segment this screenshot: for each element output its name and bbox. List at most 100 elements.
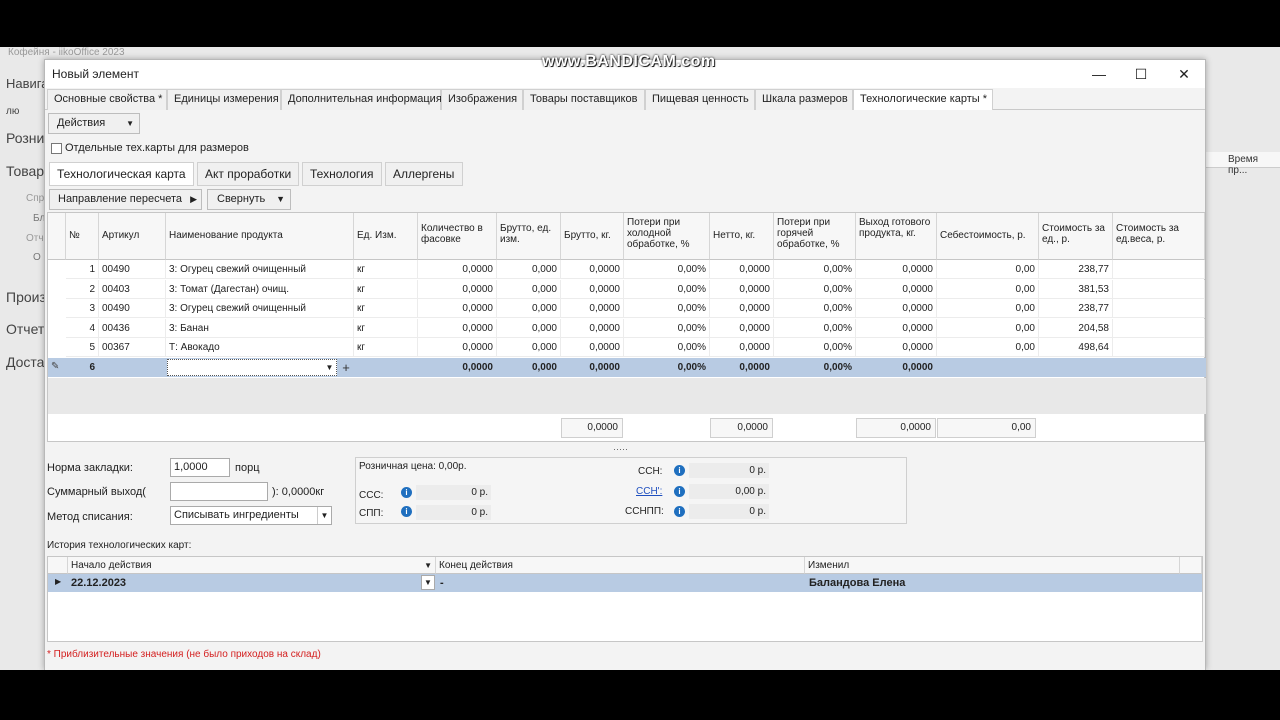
history-start-date[interactable]: 22.12.2023 xyxy=(71,577,126,589)
subtab-technology[interactable]: Технология xyxy=(302,162,382,186)
background-search[interactable]: лю xyxy=(0,106,19,117)
tab-size-scale[interactable]: Шкала размеров xyxy=(755,89,853,110)
col-header-unit[interactable]: Ед. Изм. xyxy=(354,213,418,260)
cell-gross-unit[interactable]: 0,000 xyxy=(497,358,561,377)
cell-weight-cost[interactable] xyxy=(1113,318,1205,338)
background-sub2[interactable]: Бл xyxy=(0,213,45,224)
cell-unit[interactable]: кг xyxy=(354,279,418,299)
cell-product-name[interactable]: 3: Огурец свежий очищенный xyxy=(166,299,354,318)
csn-prime-label[interactable]: ССН': xyxy=(636,486,662,497)
tab-tech-cards[interactable]: Технологические карты * xyxy=(853,89,993,111)
col-header-unit-cost[interactable]: Стоимость за ед., р. xyxy=(1039,213,1113,260)
cell-hot-loss[interactable]: 0,00% xyxy=(774,299,856,318)
cell-product-name[interactable]: 3: Томат (Дагестан) очищ. xyxy=(166,279,354,299)
cell-gross-kg[interactable]: 0,0000 xyxy=(561,260,624,279)
cell-net-kg[interactable]: 0,0000 xyxy=(710,299,774,318)
cell-cost[interactable]: 0,00 xyxy=(937,318,1039,338)
add-product-icon[interactable]: + xyxy=(339,359,353,376)
cell-hot-loss[interactable]: 0,00% xyxy=(774,338,856,357)
cell-net-kg[interactable]: 0,0000 xyxy=(710,358,774,377)
cell-unit[interactable]: кг xyxy=(354,318,418,338)
cell-number[interactable]: 4 xyxy=(66,318,99,338)
cell-weight-cost[interactable] xyxy=(1113,338,1205,357)
subtab-allergens[interactable]: Аллергены xyxy=(385,162,463,186)
cell-product-name[interactable]: 3: Огурец свежий очищенный xyxy=(166,260,354,279)
cell-unit-cost[interactable]: 238,77 xyxy=(1039,299,1113,318)
history-header-start[interactable]: Начало действия ▼ xyxy=(68,557,436,574)
cell-output[interactable]: 0,0000 xyxy=(856,318,937,338)
background-nav-label[interactable]: Навига xyxy=(0,76,48,91)
recalc-direction-button[interactable]: Направление пересчета ▶ xyxy=(49,189,202,210)
cell-unit-cost[interactable]: 238,77 xyxy=(1039,260,1113,279)
cell-net-kg[interactable]: 0,0000 xyxy=(710,260,774,279)
cell-gross-kg[interactable]: 0,0000 xyxy=(561,338,624,357)
cell-unit[interactable]: кг xyxy=(354,299,418,318)
col-header-weight-cost[interactable]: Стоимость за ед.веса, р. xyxy=(1113,213,1205,260)
cell-net-kg[interactable]: 0,0000 xyxy=(710,279,774,299)
collapse-button[interactable]: Свернуть ▼ xyxy=(207,189,291,210)
cell-unit[interactable]: кг xyxy=(354,338,418,357)
cell-output[interactable]: 0,0000 xyxy=(856,299,937,318)
cell-output[interactable]: 0,0000 xyxy=(856,338,937,357)
cell-unit-cost[interactable] xyxy=(1039,358,1113,377)
cell-pack-qty[interactable]: 0,0000 xyxy=(418,358,497,377)
cell-number[interactable]: 1 xyxy=(66,260,99,279)
col-header-article[interactable]: Артикул xyxy=(99,213,166,260)
background-sub1[interactable]: Спр xyxy=(0,193,44,204)
cell-cost[interactable] xyxy=(937,358,1039,377)
cell-weight-cost[interactable] xyxy=(1113,260,1205,279)
history-editor[interactable]: Баландова Елена xyxy=(809,577,905,589)
cell-hot-loss[interactable]: 0,00% xyxy=(774,279,856,299)
splitter-grip-icon[interactable]: ····· xyxy=(613,444,628,454)
col-header-product-name[interactable]: Наименование продукта xyxy=(166,213,354,260)
info-icon[interactable]: i xyxy=(674,506,685,517)
cell-weight-cost[interactable] xyxy=(1113,279,1205,299)
tab-supplier-goods[interactable]: Товары поставщиков xyxy=(523,89,645,110)
cell-hot-loss[interactable]: 0,00% xyxy=(774,318,856,338)
cell-gross-unit[interactable]: 0,000 xyxy=(497,318,561,338)
col-header-cost[interactable]: Себестоимость, р. xyxy=(937,213,1039,260)
actions-button[interactable]: Действия ▼ xyxy=(48,113,140,134)
col-header-hot-loss[interactable]: Потери при горячей обработке, % xyxy=(774,213,856,260)
cell-gross-unit[interactable]: 0,000 xyxy=(497,299,561,318)
cell-pack-qty[interactable]: 0,0000 xyxy=(418,260,497,279)
cell-cold-loss[interactable]: 0,00% xyxy=(624,279,710,299)
cell-unit-cost[interactable]: 498,64 xyxy=(1039,338,1113,357)
col-header-number[interactable]: № xyxy=(66,213,99,260)
cell-cost[interactable]: 0,00 xyxy=(937,279,1039,299)
cell-net-kg[interactable]: 0,0000 xyxy=(710,318,774,338)
product-name-editor[interactable] xyxy=(167,358,337,376)
cell-article[interactable]: 00490 xyxy=(99,260,166,279)
cell-cold-loss[interactable]: 0,00% xyxy=(624,358,710,377)
cell-net-kg[interactable]: 0,0000 xyxy=(710,338,774,357)
cell-gross-unit[interactable]: 0,000 xyxy=(497,279,561,299)
cell-cost[interactable]: 0,00 xyxy=(937,338,1039,357)
cell-hot-loss[interactable]: 0,00% xyxy=(774,260,856,279)
tab-units[interactable]: Единицы измерения xyxy=(167,89,281,110)
cell-article[interactable]: 00436 xyxy=(99,318,166,338)
subtab-tech-card[interactable]: Технологическая карта xyxy=(49,162,194,186)
norm-input[interactable]: 1,0000 xyxy=(170,458,230,477)
history-end-date[interactable]: - xyxy=(440,577,444,589)
cell-number[interactable]: 6 xyxy=(66,358,99,377)
writeoff-method-select[interactable]: Списывать ингредиенты ▼ xyxy=(170,506,332,525)
cell-pack-qty[interactable]: 0,0000 xyxy=(418,299,497,318)
cell-number[interactable]: 2 xyxy=(66,279,99,299)
col-header-cold-loss[interactable]: Потери при холодной обработке, % xyxy=(624,213,710,260)
cell-article[interactable]: 00490 xyxy=(99,299,166,318)
separate-cards-checkbox[interactable] xyxy=(51,143,62,154)
cell-hot-loss[interactable]: 0,00% xyxy=(774,358,856,377)
background-sub3[interactable]: Отч xyxy=(0,233,44,244)
cell-cold-loss[interactable]: 0,00% xyxy=(624,318,710,338)
cell-pack-qty[interactable]: 0,0000 xyxy=(418,279,497,299)
background-reports[interactable]: Отчет xyxy=(0,321,44,337)
cell-article[interactable]: 00367 xyxy=(99,338,166,357)
cell-unit[interactable]: кг xyxy=(354,260,418,279)
cell-cost[interactable]: 0,00 xyxy=(937,299,1039,318)
cell-weight-cost[interactable] xyxy=(1113,358,1205,377)
background-delivery[interactable]: Доста xyxy=(0,354,44,370)
background-goods[interactable]: Товар xyxy=(0,163,44,179)
maximize-icon[interactable]: ☐ xyxy=(1127,64,1155,84)
row-expand-icon[interactable]: ▶ xyxy=(55,577,61,586)
info-icon[interactable]: i xyxy=(401,506,412,517)
